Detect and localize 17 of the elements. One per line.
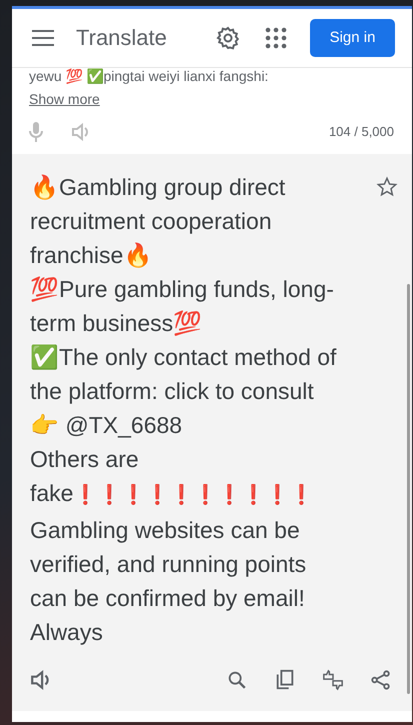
character-count: 104 / 5,000: [328, 124, 394, 140]
settings-icon[interactable]: [216, 26, 240, 50]
translation-text: ✅The only contact method of the platform: click to consult👉 @TX_6688: [30, 342, 338, 440]
source-text: yewu 💯 ✅pingtai weiyi lianxi fangshi:: [29, 68, 270, 85]
app-title: Translate: [76, 24, 168, 51]
apps-grid-icon[interactable]: [264, 26, 288, 50]
copy-icon[interactable]: [274, 668, 296, 691]
translation-text: Others are fake❗❗❗❗❗❗❗❗❗❗: [30, 444, 314, 508]
feedback-icon[interactable]: [322, 668, 344, 691]
star-icon[interactable]: [376, 176, 398, 198]
translation-text: Gambling websites can be verified, and running points can be confirmed by email! Always: [30, 516, 308, 647]
share-icon[interactable]: [370, 668, 392, 691]
show-more-link[interactable]: Show more: [29, 90, 100, 107]
translation-text: 💯Pure gambling funds, long-term business💯: [30, 274, 335, 338]
translation-text: 🔥Gambling group direct recruitment cooperation franchise🔥: [30, 172, 286, 270]
menu-icon[interactable]: [32, 30, 54, 46]
sign-in-button[interactable]: Sign in: [310, 18, 395, 57]
